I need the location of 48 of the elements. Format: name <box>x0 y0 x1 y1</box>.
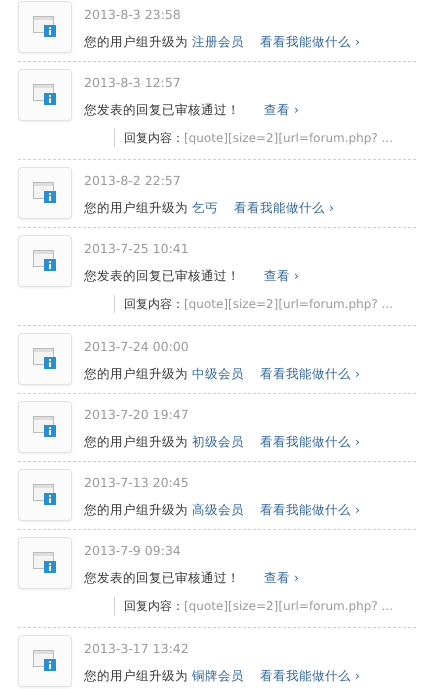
info-window-icon <box>33 348 57 370</box>
info-window-icon <box>33 250 57 272</box>
notification-text: 您发表的回复已审核通过！ <box>84 569 240 587</box>
group-link[interactable]: 中级会员 <box>192 365 244 383</box>
info-window-icon <box>33 552 57 574</box>
group-link[interactable]: 铜牌会员 <box>192 667 244 685</box>
action-link[interactable]: 看看我能做什么 › <box>260 33 360 51</box>
group-link[interactable]: 注册会员 <box>192 33 244 51</box>
notification-text: 您的用户组升级为 <box>84 199 188 217</box>
quote-label: 回复内容： <box>124 130 184 147</box>
quote-label: 回复内容： <box>124 296 184 313</box>
notification-time: 2013-8-3 23:58 <box>84 7 182 23</box>
action-link[interactable]: 看看我能做什么 › <box>234 199 334 217</box>
action-link[interactable]: 看看我能做什么 › <box>260 365 360 383</box>
info-window-icon <box>33 84 57 106</box>
notification-time: 2013-7-24 00:00 <box>84 339 190 355</box>
notification-time: 2013-7-13 20:45 <box>84 475 190 491</box>
notification-time: 2013-8-2 22:57 <box>84 173 182 189</box>
notification-text: 您发表的回复已审核通过！ <box>84 267 240 285</box>
notification-text: 您的用户组升级为 <box>84 33 188 51</box>
view-link[interactable]: 查看 › <box>264 101 299 119</box>
quote-text: [quote][size=2][url=forum.php? ... <box>184 598 394 615</box>
action-link[interactable]: 看看我能做什么 › <box>260 667 360 685</box>
notification-time: 2013-7-9 09:34 <box>84 543 182 559</box>
notification-time: 2013-3-17 13:42 <box>84 641 190 657</box>
quote-text: [quote][size=2][url=forum.php? ... <box>184 296 394 313</box>
group-link[interactable]: 乞丐 <box>192 199 218 217</box>
notification-text: 您的用户组升级为 <box>84 667 188 685</box>
info-window-icon <box>33 484 57 506</box>
group-link[interactable]: 高级会员 <box>192 501 244 519</box>
quote-text: [quote][size=2][url=forum.php? ... <box>184 130 394 147</box>
notification-text: 您发表的回复已审核通过！ <box>84 101 240 119</box>
view-link[interactable]: 查看 › <box>264 267 299 285</box>
info-window-icon <box>33 16 57 38</box>
notification-text: 您的用户组升级为 <box>84 433 188 451</box>
notification-time: 2013-7-20 19:47 <box>84 407 190 423</box>
notification-text: 您的用户组升级为 <box>84 365 188 383</box>
info-window-icon <box>33 416 57 438</box>
notification-time: 2013-8-3 12:57 <box>84 75 182 91</box>
notification-text: 您的用户组升级为 <box>84 501 188 519</box>
group-link[interactable]: 初级会员 <box>192 433 244 451</box>
info-window-icon <box>33 182 57 204</box>
info-window-icon <box>33 650 57 672</box>
notification-time: 2013-7-25 10:41 <box>84 241 190 257</box>
action-link[interactable]: 看看我能做什么 › <box>260 433 360 451</box>
action-link[interactable]: 看看我能做什么 › <box>260 501 360 519</box>
quote-label: 回复内容： <box>124 598 184 615</box>
view-link[interactable]: 查看 › <box>264 569 299 587</box>
